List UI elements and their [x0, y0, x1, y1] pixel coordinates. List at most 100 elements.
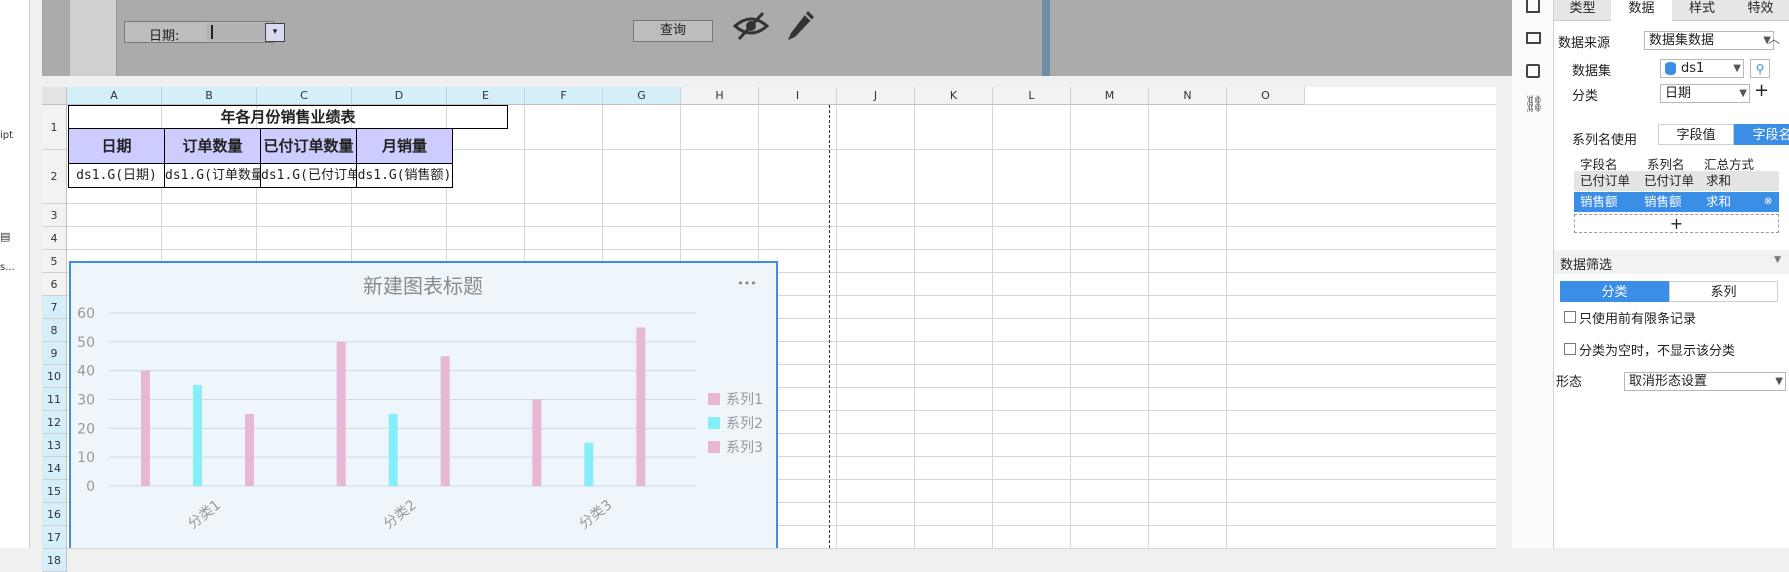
bar[interactable] [141, 370, 150, 486]
report-header-cell[interactable]: 月销量 [356, 128, 453, 164]
column-header[interactable]: C [257, 87, 352, 105]
y-tick-label: 40 [77, 364, 95, 380]
bar[interactable] [388, 413, 398, 486]
data-source-label: 数据来源 [1558, 36, 1611, 51]
chevron-up-icon[interactable]: ︿ [1768, 30, 1780, 47]
field-table-row[interactable]: 已付订单 已付订单 求和 [1574, 171, 1779, 191]
remove-icon[interactable]: ⊗ [1764, 192, 1772, 212]
report-expression-cell[interactable]: ds1.G(订单数量) [164, 163, 261, 188]
column-header[interactable]: G [603, 87, 681, 105]
row-header[interactable]: 5 [42, 250, 67, 273]
eye-off-icon[interactable] [733, 10, 769, 42]
row-header[interactable]: 13 [42, 434, 67, 457]
chart-menu-icon[interactable]: ••• [737, 277, 756, 290]
row-header[interactable]: 7 [42, 296, 67, 319]
data-filter-section[interactable]: 数据筛选 ▼ [1554, 250, 1789, 274]
bar[interactable] [532, 399, 542, 487]
row-header[interactable]: 2 [42, 150, 67, 204]
row-header[interactable]: 10 [42, 365, 67, 388]
legend-swatch [708, 417, 720, 429]
column-header[interactable]: I [759, 87, 837, 105]
shape-select[interactable]: 取消形态设置 ▼ [1624, 372, 1786, 391]
report-expression-cell[interactable]: ds1.G(销售额) [356, 163, 453, 188]
column-header[interactable]: N [1149, 87, 1227, 105]
row-header[interactable]: 4 [42, 227, 67, 250]
column-header[interactable]: A [67, 87, 162, 105]
bar[interactable] [193, 385, 202, 486]
filter-tab[interactable]: 分类 [1560, 281, 1669, 302]
y-tick-label: 60 [77, 306, 95, 322]
column-header[interactable]: E [447, 87, 525, 105]
column-header[interactable]: B [162, 87, 257, 105]
row-header[interactable]: 15 [42, 480, 67, 503]
field-table-row[interactable]: 销售额 销售额 求和 ⊗ [1574, 192, 1779, 212]
column-header[interactable]: F [525, 87, 603, 105]
column-header[interactable]: J [837, 87, 915, 105]
row-header[interactable]: 17 [42, 526, 67, 549]
report-header-cell[interactable]: 已付订单数量 [260, 128, 357, 164]
bar[interactable] [636, 327, 646, 486]
column-header[interactable]: D [352, 87, 447, 105]
legend-label[interactable]: 系列3 [726, 440, 763, 456]
row-header[interactable]: 8 [42, 319, 67, 342]
link-icon[interactable]: ⛓ [1524, 94, 1544, 113]
bar[interactable] [584, 442, 594, 486]
column-header[interactable]: M [1071, 87, 1149, 105]
date-input[interactable] [207, 23, 265, 41]
search-icon[interactable]: ⚲ [1750, 59, 1770, 78]
row-header[interactable]: 11 [42, 388, 67, 411]
tab[interactable]: 样式 [1672, 0, 1732, 21]
report-title-cell[interactable]: 年各月份销售业绩表 [68, 105, 508, 129]
select-all-corner[interactable] [42, 87, 67, 105]
tab[interactable]: 数据 [1611, 0, 1672, 20]
row-header[interactable]: 16 [42, 503, 67, 526]
chart-widget[interactable]: 新建图表标题 ••• 0 10 20 30 40 50 60 分类1 分类2 分类3 系列1 系列… [69, 261, 778, 548]
bar[interactable] [245, 413, 254, 486]
row-header[interactable]: 1 [42, 105, 67, 150]
widget-settings-icon[interactable] [1526, 32, 1541, 44]
tab[interactable]: 类型 [1554, 0, 1611, 21]
column-header[interactable]: O [1227, 87, 1305, 105]
hide-empty-category-checkbox[interactable] [1564, 343, 1576, 355]
series-name-option[interactable]: 字段值 [1658, 124, 1734, 145]
y-tick-label: 50 [77, 335, 95, 351]
row-header[interactable]: 12 [42, 411, 67, 434]
condition-attribute-icon[interactable] [1526, 64, 1540, 78]
legend-label[interactable]: 系列2 [726, 416, 763, 432]
query-button[interactable]: 查询 [633, 20, 713, 42]
filter-tab[interactable]: 系列 [1669, 281, 1778, 302]
cell-element-icon[interactable] [1526, 0, 1540, 13]
data-source-select[interactable]: 数据集数据 ▼ [1644, 31, 1774, 50]
dataset-select[interactable]: ds1 ▼ [1660, 59, 1744, 78]
category-select[interactable]: 日期 ▼ [1660, 84, 1750, 103]
bar[interactable] [336, 341, 346, 486]
column-header[interactable]: K [915, 87, 993, 105]
row-header[interactable]: 9 [42, 342, 67, 365]
column-header[interactable]: H [681, 87, 759, 105]
legend-label[interactable]: 系列1 [726, 392, 763, 408]
report-header-cell[interactable]: 订单数量 [164, 128, 261, 164]
grid-column-line [992, 105, 993, 548]
left-panel-doc-icon[interactable]: ▤ [0, 230, 10, 243]
limit-records-checkbox[interactable] [1564, 311, 1576, 323]
report-expression-cell[interactable]: ds1.G(日期) [68, 163, 165, 188]
chevron-down-icon: ▼ [1775, 376, 1783, 387]
row-header[interactable]: 14 [42, 457, 67, 480]
page-break-line [829, 105, 830, 548]
add-category-button[interactable]: + [1754, 80, 1769, 101]
row-header[interactable]: 18 [42, 549, 67, 572]
grid-row-line [67, 249, 1496, 250]
bar-chart: 新建图表标题 ••• 0 10 20 30 40 50 60 分类1 分类2 分类3 系列1 系列… [77, 274, 763, 533]
column-header[interactable]: L [993, 87, 1071, 105]
row-header[interactable]: 3 [42, 204, 67, 227]
report-header-cell[interactable]: 日期 [68, 128, 165, 164]
add-field-button[interactable]: + [1574, 214, 1779, 233]
date-dropdown-button[interactable]: ▾ [265, 23, 285, 42]
chart-title: 新建图表标题 [363, 274, 483, 298]
bar[interactable] [440, 356, 450, 486]
tab[interactable]: 特效 [1732, 0, 1789, 21]
pencil-icon[interactable] [786, 9, 816, 43]
series-name-option[interactable]: 字段名 [1734, 124, 1789, 145]
report-expression-cell[interactable]: ds1.G(已付订单数量) [260, 163, 357, 188]
row-header[interactable]: 6 [42, 273, 67, 296]
